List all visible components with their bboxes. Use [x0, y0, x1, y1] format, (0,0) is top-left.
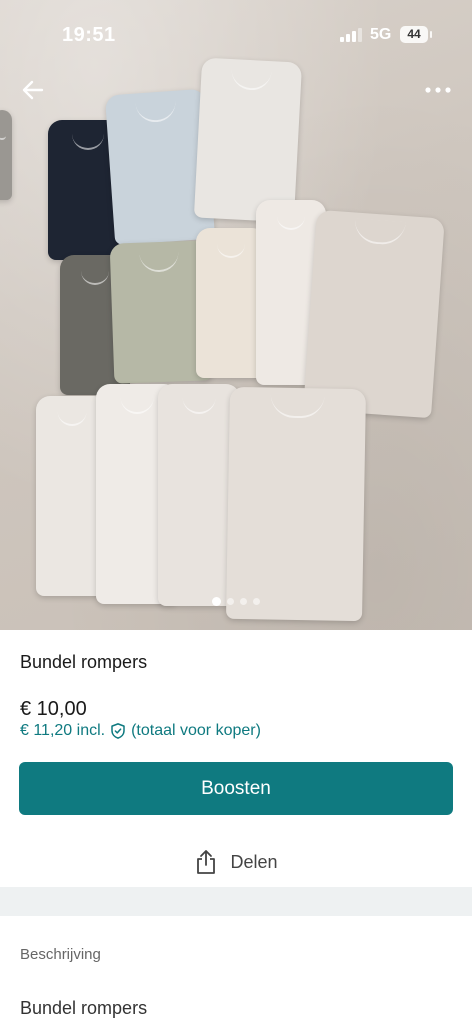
listing-title: Bundel rompers — [20, 652, 148, 672]
shield-check-icon — [111, 723, 125, 739]
battery-icon: 44 — [400, 26, 432, 43]
garment-cream-3 — [303, 209, 445, 419]
description-heading: Beschrijving — [20, 946, 101, 963]
status-bar: 19:51 5G 44 — [0, 0, 472, 70]
listing-price: € 10,00 — [20, 698, 87, 720]
price-incl-note: (totaal voor koper) — [131, 722, 261, 739]
section-separator — [0, 887, 472, 916]
battery-level: 44 — [407, 27, 421, 41]
arrow-left-icon — [22, 80, 44, 100]
page-dot-3[interactable] — [240, 598, 247, 605]
back-button[interactable] — [18, 74, 50, 106]
buyer-total-price[interactable]: € 11,20 incl. (totaal voor koper) — [20, 722, 261, 740]
boost-button[interactable]: Boosten — [19, 762, 453, 815]
signal-icon — [340, 28, 362, 42]
garment-white-4 — [225, 386, 367, 622]
share-icon — [197, 850, 216, 874]
share-button[interactable]: Delen — [0, 842, 472, 882]
page-dot-1[interactable] — [212, 597, 221, 606]
status-time: 19:51 — [62, 24, 116, 46]
page-dot-2[interactable] — [227, 598, 234, 605]
page-dot-4[interactable] — [253, 598, 260, 605]
garment-edge — [0, 110, 12, 200]
share-label: Delen — [230, 851, 278, 872]
price-incl-value: € 11,20 incl. — [20, 722, 106, 739]
more-options-button[interactable] — [422, 78, 454, 102]
network-type: 5G — [370, 26, 392, 43]
garment-white-top — [193, 57, 303, 223]
description-text: Bundel rompers — [20, 998, 148, 1018]
product-photo[interactable]: 19:51 5G 44 — [0, 0, 472, 630]
gallery-pagination — [0, 597, 472, 606]
more-horizontal-icon — [425, 87, 451, 93]
